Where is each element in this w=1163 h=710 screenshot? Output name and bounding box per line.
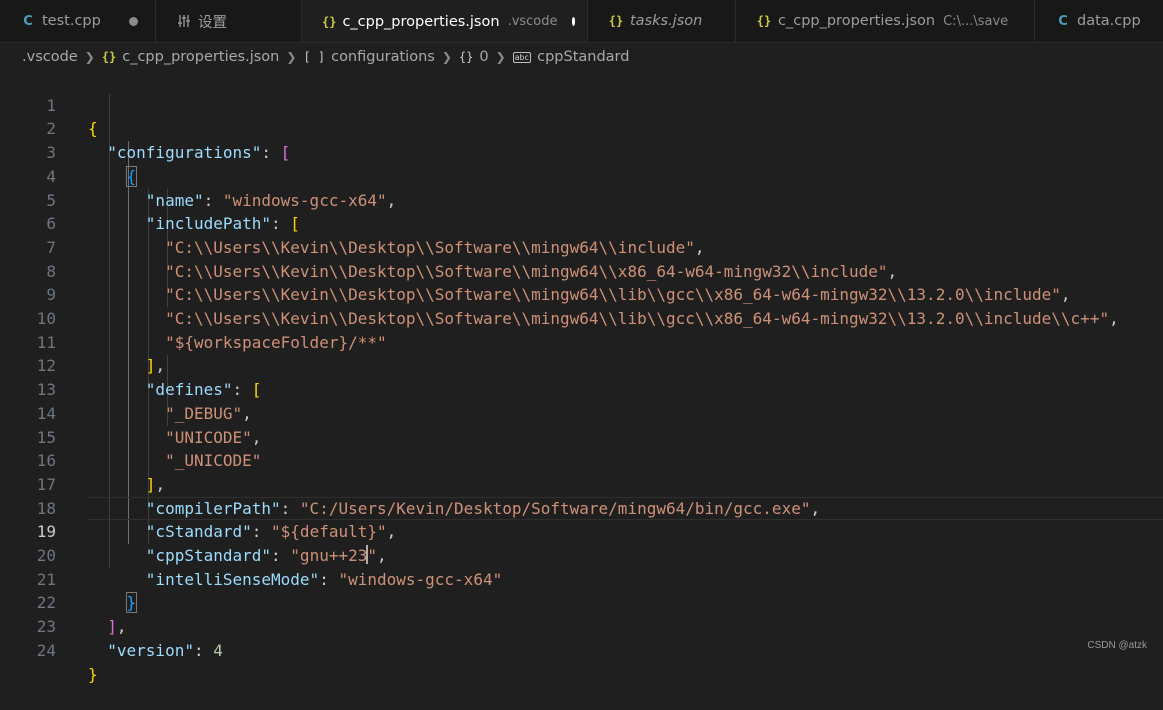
tab-label: 设置: [198, 14, 227, 31]
chevron-right-icon: ❯: [495, 50, 506, 64]
code-line: 12 "defines": [: [0, 331, 1163, 399]
breadcrumb-index[interactable]: 0: [479, 49, 488, 65]
tab-label: tasks.json: [630, 13, 703, 29]
code-line: 24 }: [0, 615, 1163, 684]
code-line: 4 "name": "windows-gcc-x64",: [0, 141, 1163, 210]
cpp-file-icon: C: [1058, 13, 1068, 29]
json-number: 4: [213, 640, 223, 660]
json-file-icon: {}: [756, 14, 772, 28]
code-line: 16 ],: [0, 426, 1163, 494]
code-line: 20 "intelliSenseMode": "windows-gcc-x64": [0, 520, 1163, 589]
breadcrumb-configurations[interactable]: configurations: [331, 49, 435, 65]
tab-description: .vscode: [507, 14, 558, 29]
code-line: 23 "version": 4: [0, 591, 1163, 660]
json-file-icon: {}: [322, 14, 337, 29]
code-line: 8 "C:\\Users\\Kevin\\Desktop\\Software\\…: [0, 236, 1163, 305]
code-line: 17 "compilerPath": "C:/Users/Kevin/Deskt…: [0, 449, 1163, 518]
code-line: 9 "C:\\Users\\Kevin\\Desktop\\Software\\…: [0, 260, 1163, 328]
chevron-right-icon: ❯: [441, 50, 452, 64]
code-line: 14 "UNICODE",: [0, 378, 1163, 447]
chevron-right-icon: ❯: [286, 50, 297, 64]
tab-label: c_cpp_properties.json: [342, 13, 500, 30]
code-line: 13 "_DEBUG",: [0, 354, 1163, 423]
breadcrumb: .vscode ❯ {} c_cpp_properties.json ❯ [ ]…: [22, 44, 629, 70]
colon: :: [193, 640, 214, 660]
code-line: 10 "${workspaceFolder}/**": [0, 283, 1163, 352]
json-key: "version": [107, 640, 194, 660]
code-line: 15 "_UNICODE": [0, 402, 1163, 471]
code-line: 7 "C:\\Users\\Kevin\\Desktop\\Software\\…: [0, 212, 1163, 281]
unsaved-dot-icon[interactable]: [128, 16, 138, 26]
tab-settings[interactable]: 设置: [156, 0, 302, 42]
breadcrumb-property[interactable]: cppStandard: [537, 49, 629, 65]
breadcrumb-file[interactable]: c_cpp_properties.json: [122, 49, 279, 65]
code-line: 22 ],: [0, 568, 1163, 636]
code-line: 2 "configurations": [: [0, 94, 1163, 162]
tab-label: test.cpp: [42, 13, 101, 29]
code-line-current: 19 "cppStandard": "gnu++23",: [0, 496, 1163, 565]
tab-data-cpp[interactable]: C data.cpp: [1035, 0, 1163, 42]
json-file-icon: {}: [101, 50, 117, 64]
code-editor[interactable]: 1 { 2 "configurations": [ 3 { 4 "name": …: [0, 70, 1163, 684]
tab-label: c_cpp_properties.json: [778, 13, 936, 29]
string-symbol-icon: abc: [512, 51, 532, 63]
code-line: 18 "cStandard": "${default}",: [0, 473, 1163, 542]
tab-description: C:\...\save: [943, 13, 1009, 29]
tab-test-cpp[interactable]: C test.cpp: [0, 0, 156, 42]
code-line: 5 "includePath": [: [0, 165, 1163, 234]
code-line: 3 {: [0, 117, 1163, 187]
code-line: 21 }: [0, 544, 1163, 614]
tab-c-cpp-properties-json-active[interactable]: {} c_cpp_properties.json .vscode: [302, 0, 588, 42]
unsaved-dot-icon[interactable]: [571, 17, 575, 26]
code-line: 1 {: [0, 70, 1163, 139]
tab-tasks-json[interactable]: {} tasks.json: [588, 0, 736, 42]
chevron-right-icon: ❯: [84, 50, 95, 64]
breadcrumb-folder[interactable]: .vscode: [22, 49, 78, 65]
tab-label: data.cpp: [1077, 13, 1141, 29]
code-line: 11 ],: [0, 307, 1163, 376]
array-symbol-icon: [ ]: [303, 50, 326, 64]
settings-sliders-icon: [176, 14, 192, 28]
watermark: CSDN @atzk: [1087, 640, 1147, 651]
json-file-icon: {}: [608, 14, 624, 28]
object-symbol-icon: {}: [458, 50, 474, 64]
editor-tab-bar: C test.cpp 设置 {} c_cpp_properties.json .…: [0, 0, 1163, 43]
cpp-file-icon: C: [23, 13, 33, 29]
code-line: 6 "C:\\Users\\Kevin\\Desktop\\Software\\…: [0, 189, 1163, 257]
tab-c-cpp-properties-json-save[interactable]: {} c_cpp_properties.json C:\...\save: [736, 0, 1035, 42]
brace: }: [88, 664, 98, 684]
